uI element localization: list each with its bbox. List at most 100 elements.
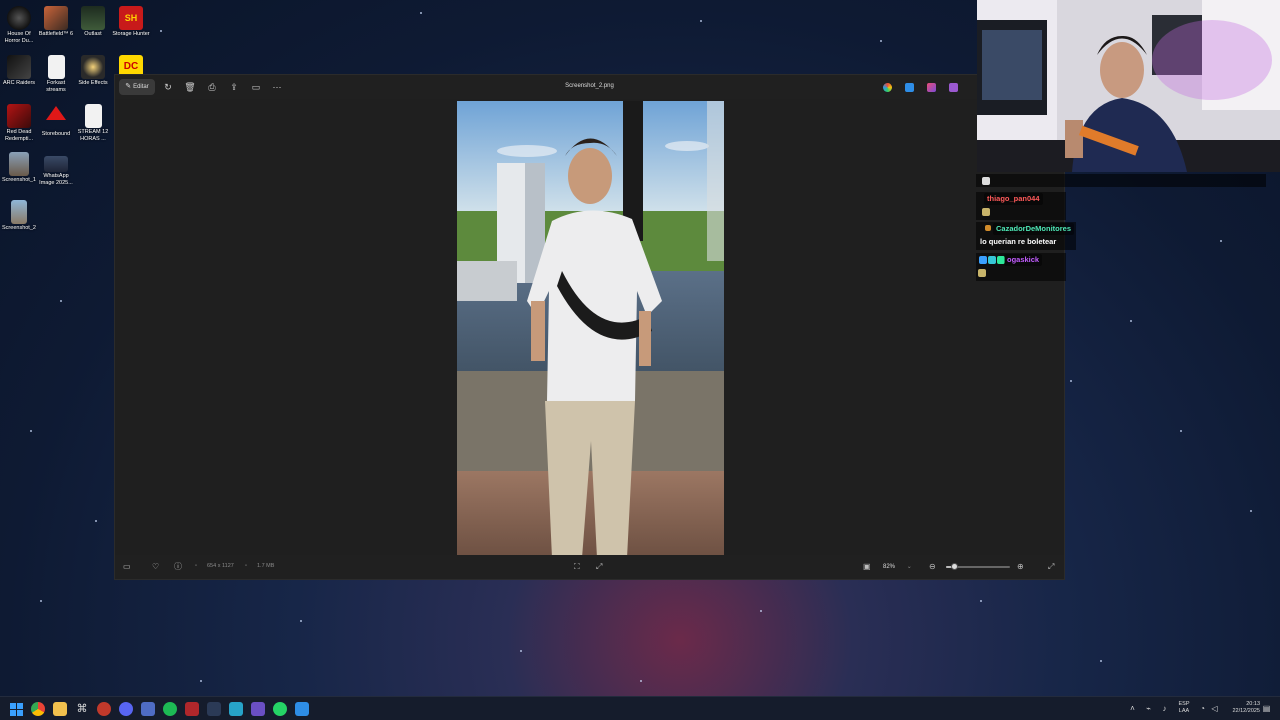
- steam-icon[interactable]: ⌘: [75, 702, 89, 716]
- desktop-icon-stream-12-horas[interactable]: STREAM 12 HORAS ...: [74, 102, 112, 143]
- photos-window: ✎ Editar ↻ 🗑 ⎙ ⇪ ▭ ⋯ Screenshot_2.png ▭ …: [114, 74, 1065, 580]
- status-bar: ▭ ♡ ⓘ ▫ 654 x 1127 ▫ 1.7 MB ⛶ ⤢ ▣ 82% ⌄ …: [115, 555, 1064, 579]
- keyboard-layout: LAA: [1178, 708, 1190, 714]
- language-indicator[interactable]: ESP LAA: [1176, 701, 1192, 715]
- actual-size-icon[interactable]: ▣: [863, 561, 871, 573]
- volume-icon[interactable]: ◁: [1210, 704, 1219, 713]
- webcam-overlay: [977, 0, 1280, 172]
- full-screen-icon[interactable]: ⤢: [1048, 561, 1054, 573]
- vpn-icon[interactable]: [207, 702, 221, 716]
- desktop-icon-label: Outlast: [84, 31, 102, 37]
- discord-icon[interactable]: [119, 702, 133, 716]
- streamer-webcam-feed: [977, 0, 1280, 172]
- game-app-icon[interactable]: [229, 702, 243, 716]
- photo-of-person-on-balcony: [457, 101, 724, 558]
- chat-badge-icon: [982, 177, 990, 185]
- zoom-level-value: 82%: [883, 564, 896, 570]
- compare-icon[interactable]: ⤢: [596, 561, 602, 573]
- chat-username[interactable]: ogaskick: [1004, 254, 1043, 266]
- image-dimensions-icon: ▫: [195, 563, 197, 569]
- file-size: 1.7 MB: [257, 563, 275, 569]
- desktop-icon-house-of-horror[interactable]: House Of Horror Du...: [0, 4, 38, 45]
- emote-icon: [978, 269, 986, 277]
- taskbar: ⌘ ˄ ⌁ ♪ ESP LAA ◔ ◁ 20:13 22/12/2025 ▤: [0, 696, 1280, 720]
- info-icon[interactable]: ⓘ: [174, 561, 182, 573]
- designer-icon[interactable]: [949, 83, 958, 92]
- clock-time: 20:13: [1246, 701, 1260, 707]
- desktop-icon-outlast[interactable]: Outlast: [74, 4, 112, 38]
- desktop-icon-screenshot-1[interactable]: Screenshot_1: [0, 150, 38, 184]
- chat-badge-icon: [979, 256, 987, 264]
- desktop-icon-whatsapp-image[interactable]: WhatsApp Image 2025...: [37, 150, 75, 187]
- stream-chat: thiago_pan044 CazadorDeMonitores lo quer…: [976, 172, 1280, 282]
- desktop-icon-screenshot-2[interactable]: Screenshot_2: [0, 198, 38, 232]
- house-of-horror-icon: [7, 6, 31, 30]
- zoom-slider-knob[interactable]: [950, 563, 958, 570]
- image-dimensions: 654 x 1127: [207, 563, 234, 569]
- window-title: Screenshot_2.png: [565, 83, 614, 89]
- chat-badge-icon: [988, 256, 996, 264]
- app-icon[interactable]: [141, 702, 155, 716]
- image-file-icon: [44, 156, 68, 172]
- desktop-icon-side-effects[interactable]: Side Effects: [74, 53, 112, 87]
- storebound-icon: [44, 106, 68, 130]
- chevron-down-icon: ⌄: [906, 564, 912, 570]
- desktop-icon-forkast-streams[interactable]: Forkast streams: [37, 53, 75, 94]
- storage-hunter-icon: SH: [119, 6, 143, 30]
- chrome-icon[interactable]: [31, 702, 45, 716]
- filmstrip-icon[interactable]: ▭: [123, 561, 131, 573]
- language-code: ESP: [1178, 701, 1190, 707]
- arc-raiders-icon: [7, 55, 31, 79]
- chat-message: [976, 174, 1266, 187]
- desktop-icon-label: Red Dead Redempti...: [4, 129, 34, 142]
- desktop-icon-label: ARC Raiders: [2, 80, 36, 86]
- title-bar: ✎ Editar ↻ 🗑 ⎙ ⇪ ▭ ⋯ Screenshot_2.png: [115, 75, 1064, 99]
- desktop-icon-label: House Of Horror Du...: [4, 31, 34, 44]
- photos-app-icon[interactable]: [905, 83, 914, 92]
- chevron-up-icon[interactable]: ˄: [1128, 704, 1137, 713]
- zoom-in-icon[interactable]: ⊕: [1017, 561, 1024, 573]
- zoom-slider[interactable]: [946, 563, 1010, 570]
- chat-badge-icon: [985, 225, 991, 231]
- image-file-icon: [11, 200, 27, 224]
- chat-message: thiago_pan044: [976, 192, 1066, 220]
- image-file-icon: [9, 152, 29, 176]
- desktop-icon-red-dead[interactable]: Red Dead Redempti...: [0, 102, 38, 143]
- zoom-out-icon[interactable]: ⊖: [929, 561, 936, 573]
- desktop-icon-label: Forkast streams: [46, 80, 66, 93]
- red-dead-icon: [7, 104, 31, 128]
- microphone-icon[interactable]: ♪: [1160, 704, 1169, 713]
- network-icon[interactable]: ⌁: [1144, 704, 1153, 713]
- zoom-level-dropdown[interactable]: 82% ⌄: [877, 561, 917, 573]
- favorite-heart-icon[interactable]: ♡: [152, 561, 159, 573]
- chat-message-text: lo querian re boletear: [980, 237, 1057, 246]
- whatsapp-icon[interactable]: [273, 702, 287, 716]
- opera-icon[interactable]: [97, 702, 111, 716]
- desktop-icon-label: WhatsApp Image 2025...: [39, 173, 73, 186]
- clock[interactable]: 20:13 22/12/2025: [1224, 701, 1260, 715]
- battlefield-icon: [44, 6, 68, 30]
- windows-start-icon[interactable]: [9, 702, 23, 716]
- desktop-icon-storebound[interactable]: Storebound: [37, 102, 75, 138]
- google-lens-icon[interactable]: [883, 83, 892, 92]
- media-app-icon[interactable]: [185, 702, 199, 716]
- spotify-icon[interactable]: [163, 702, 177, 716]
- photo-viewer-image: [457, 101, 724, 558]
- desktop-icon-battlefield[interactable]: Battlefield™ 6: [37, 4, 75, 38]
- outlast-icon: [81, 6, 105, 30]
- desktop-icon-label: Storage Hunter: [112, 31, 150, 37]
- desktop-icon-label: STREAM 12 HORAS ...: [77, 129, 109, 142]
- desktop-icon-arc-raiders[interactable]: ARC Raiders: [0, 53, 38, 87]
- launcher-icon[interactable]: [251, 702, 265, 716]
- photos-taskbar-icon[interactable]: [295, 702, 309, 716]
- clipchamp-icon[interactable]: [927, 83, 936, 92]
- chat-username[interactable]: thiago_pan044: [984, 193, 1043, 205]
- side-effects-icon: [81, 55, 105, 79]
- emote-icon: [982, 208, 990, 216]
- wifi-icon[interactable]: ◔: [1198, 704, 1207, 713]
- file-explorer-icon[interactable]: [53, 702, 67, 716]
- notifications-icon[interactable]: ▤: [1262, 704, 1271, 713]
- desktop-icon-storage-hunter[interactable]: SH Storage Hunter: [112, 4, 150, 38]
- chat-username[interactable]: CazadorDeMonitores: [993, 223, 1075, 235]
- fit-to-window-icon[interactable]: ⛶: [574, 561, 580, 573]
